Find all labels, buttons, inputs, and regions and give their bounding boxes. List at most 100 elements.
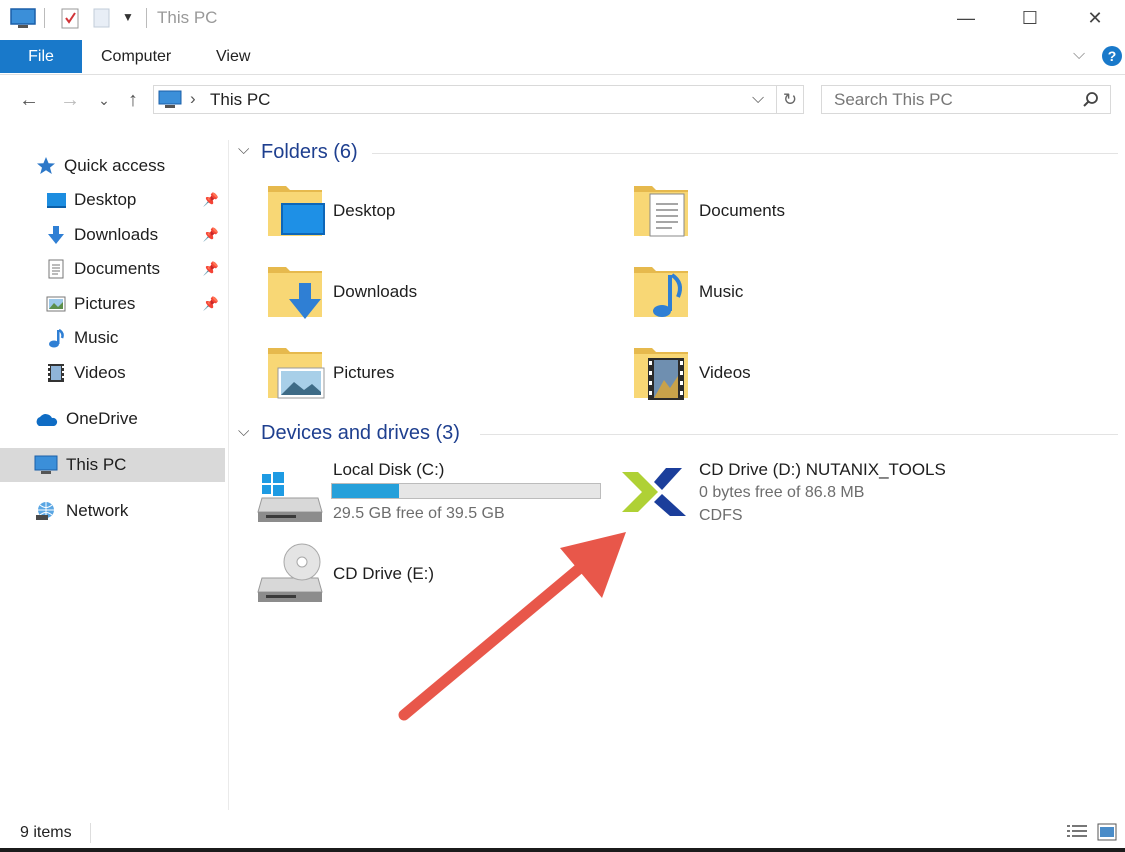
documents-icon [46,259,66,279]
documents-folder-icon [634,186,688,237]
sidebar-item-quick-access[interactable]: Quick access [0,149,225,183]
pane-divider [228,140,229,810]
drive-tile-d[interactable]: CD Drive (D:) NUTANIX_TOOLS 0 bytes free… [620,458,1000,528]
breadcrumb-separator[interactable]: › [190,89,196,109]
up-button[interactable]: ↑ [121,87,145,113]
folders-collapse-icon[interactable]: ⌵ [238,141,249,158]
maximize-button[interactable]: ☐ [1007,0,1053,36]
cd-drive-icon [257,543,323,602]
sidebar-label: OneDrive [66,409,138,428]
item-count: 9 items [20,824,72,841]
qat-divider [44,8,45,28]
minimize-button[interactable]: — [943,0,989,36]
refresh-button[interactable]: ↻ [777,85,804,114]
folder-label: Videos [699,363,751,382]
address-bar[interactable]: › This PC ⌵ [153,85,777,114]
window-title: This PC [157,8,218,27]
folders-group-line [372,153,1118,154]
sidebar-label: Desktop [74,190,137,209]
recent-locations-button[interactable]: ⌄ [94,87,114,113]
cloud-icon [34,409,58,429]
details-view-icon[interactable] [1066,824,1088,845]
pin-icon[interactable]: 📌 [203,296,219,312]
drive-usage-fill [332,484,399,498]
download-icon [46,225,66,245]
search-icon[interactable] [1082,91,1100,114]
sidebar-label: Documents [74,259,160,278]
search-placeholder[interactable]: Search This PC [834,90,953,110]
sidebar-label: Network [66,501,129,520]
customize-qat-icon[interactable]: ▼ [122,10,134,24]
nutanix-logo-icon [622,468,686,516]
tab-computer[interactable]: Computer [81,40,191,73]
sidebar-label: Music [74,328,119,347]
sidebar-item-music[interactable]: Music [0,321,225,355]
hard-drive-icon [257,472,323,522]
star-icon [36,156,56,176]
sidebar-item-onedrive[interactable]: OneDrive [0,402,225,436]
sidebar-item-videos[interactable]: Videos [0,356,225,390]
folder-label: Music [699,282,744,301]
window-bottom-border [0,848,1125,852]
desktop-icon [46,190,66,210]
back-button[interactable]: ← [16,87,42,113]
this-pc-icon [158,90,182,115]
sidebar-label: Videos [74,363,126,382]
drive-name: CD Drive (D:) NUTANIX_TOOLS [699,460,946,479]
music-icon [46,328,66,348]
videos-icon [46,363,66,383]
status-divider [90,823,91,843]
folder-tile-downloads[interactable]: Downloads [262,259,592,325]
folder-label: Documents [699,201,785,220]
computer-icon [34,455,58,475]
tab-view[interactable]: View [196,40,270,73]
sidebar-label: Quick access [64,156,166,175]
expand-ribbon-icon[interactable]: ⌵ [1073,46,1085,64]
sidebar-item-pictures[interactable]: Pictures 📌 [0,287,225,321]
pin-icon[interactable]: 📌 [203,192,219,208]
folder-tile-videos[interactable]: Videos [628,340,958,406]
downloads-folder-icon [268,267,322,319]
folder-tile-documents[interactable]: Documents [628,178,958,244]
address-dropdown-icon[interactable]: ⌵ [752,90,764,108]
drive-free-space: 0 bytes free of 86.8 MB [699,484,865,501]
music-folder-icon [634,267,688,317]
folder-tile-music[interactable]: Music [628,259,958,325]
forward-button[interactable]: → [58,87,82,113]
drive-tile-c[interactable]: Local Disk (C:) 29.5 GB free of 39.5 GB [256,458,606,528]
sidebar-item-documents[interactable]: Documents 📌 [0,252,225,286]
sidebar-label: This PC [66,455,127,474]
sidebar-item-network[interactable]: Network [0,494,225,528]
sidebar-item-desktop[interactable]: Desktop 📌 [0,183,225,217]
annotation-arrow [398,532,626,721]
properties-icon[interactable] [60,4,82,35]
pin-icon[interactable]: 📌 [203,227,219,243]
pictures-icon [46,294,66,314]
qat-divider-2 [146,8,147,28]
new-folder-icon[interactable] [92,7,112,34]
network-icon [34,501,58,521]
drive-filesystem: CDFS [699,507,743,524]
tab-file[interactable]: File [0,40,82,73]
pictures-folder-icon [268,348,325,399]
folder-label: Downloads [333,282,418,301]
help-icon[interactable]: ? [1102,46,1122,66]
desktop-folder-icon [268,186,325,236]
folder-label: Desktop [333,201,396,220]
breadcrumb-this-pc[interactable]: This PC [210,90,270,110]
drives-group-header[interactable]: Devices and drives (3) [261,422,460,445]
sidebar-label: Pictures [74,294,136,313]
sidebar-item-downloads[interactable]: Downloads 📌 [0,218,225,252]
title-bar: ▼ This PC — ☐ ✕ [0,0,1125,38]
sidebar-item-this-pc[interactable]: This PC [0,448,225,482]
folder-tile-pictures[interactable]: Pictures [262,340,592,406]
folder-tile-desktop[interactable]: Desktop [262,178,592,244]
computer-icon[interactable] [10,7,36,34]
folders-group-header[interactable]: Folders (6) [261,141,358,164]
close-button[interactable]: ✕ [1072,0,1118,36]
drives-collapse-icon[interactable]: ⌵ [238,423,249,440]
pin-icon[interactable]: 📌 [203,261,219,277]
navigation-pane: Quick access Desktop 📌 Downloads 📌 Docum… [0,140,229,810]
search-field[interactable]: Search This PC [821,85,1111,114]
large-icons-view-icon[interactable] [1097,823,1117,846]
